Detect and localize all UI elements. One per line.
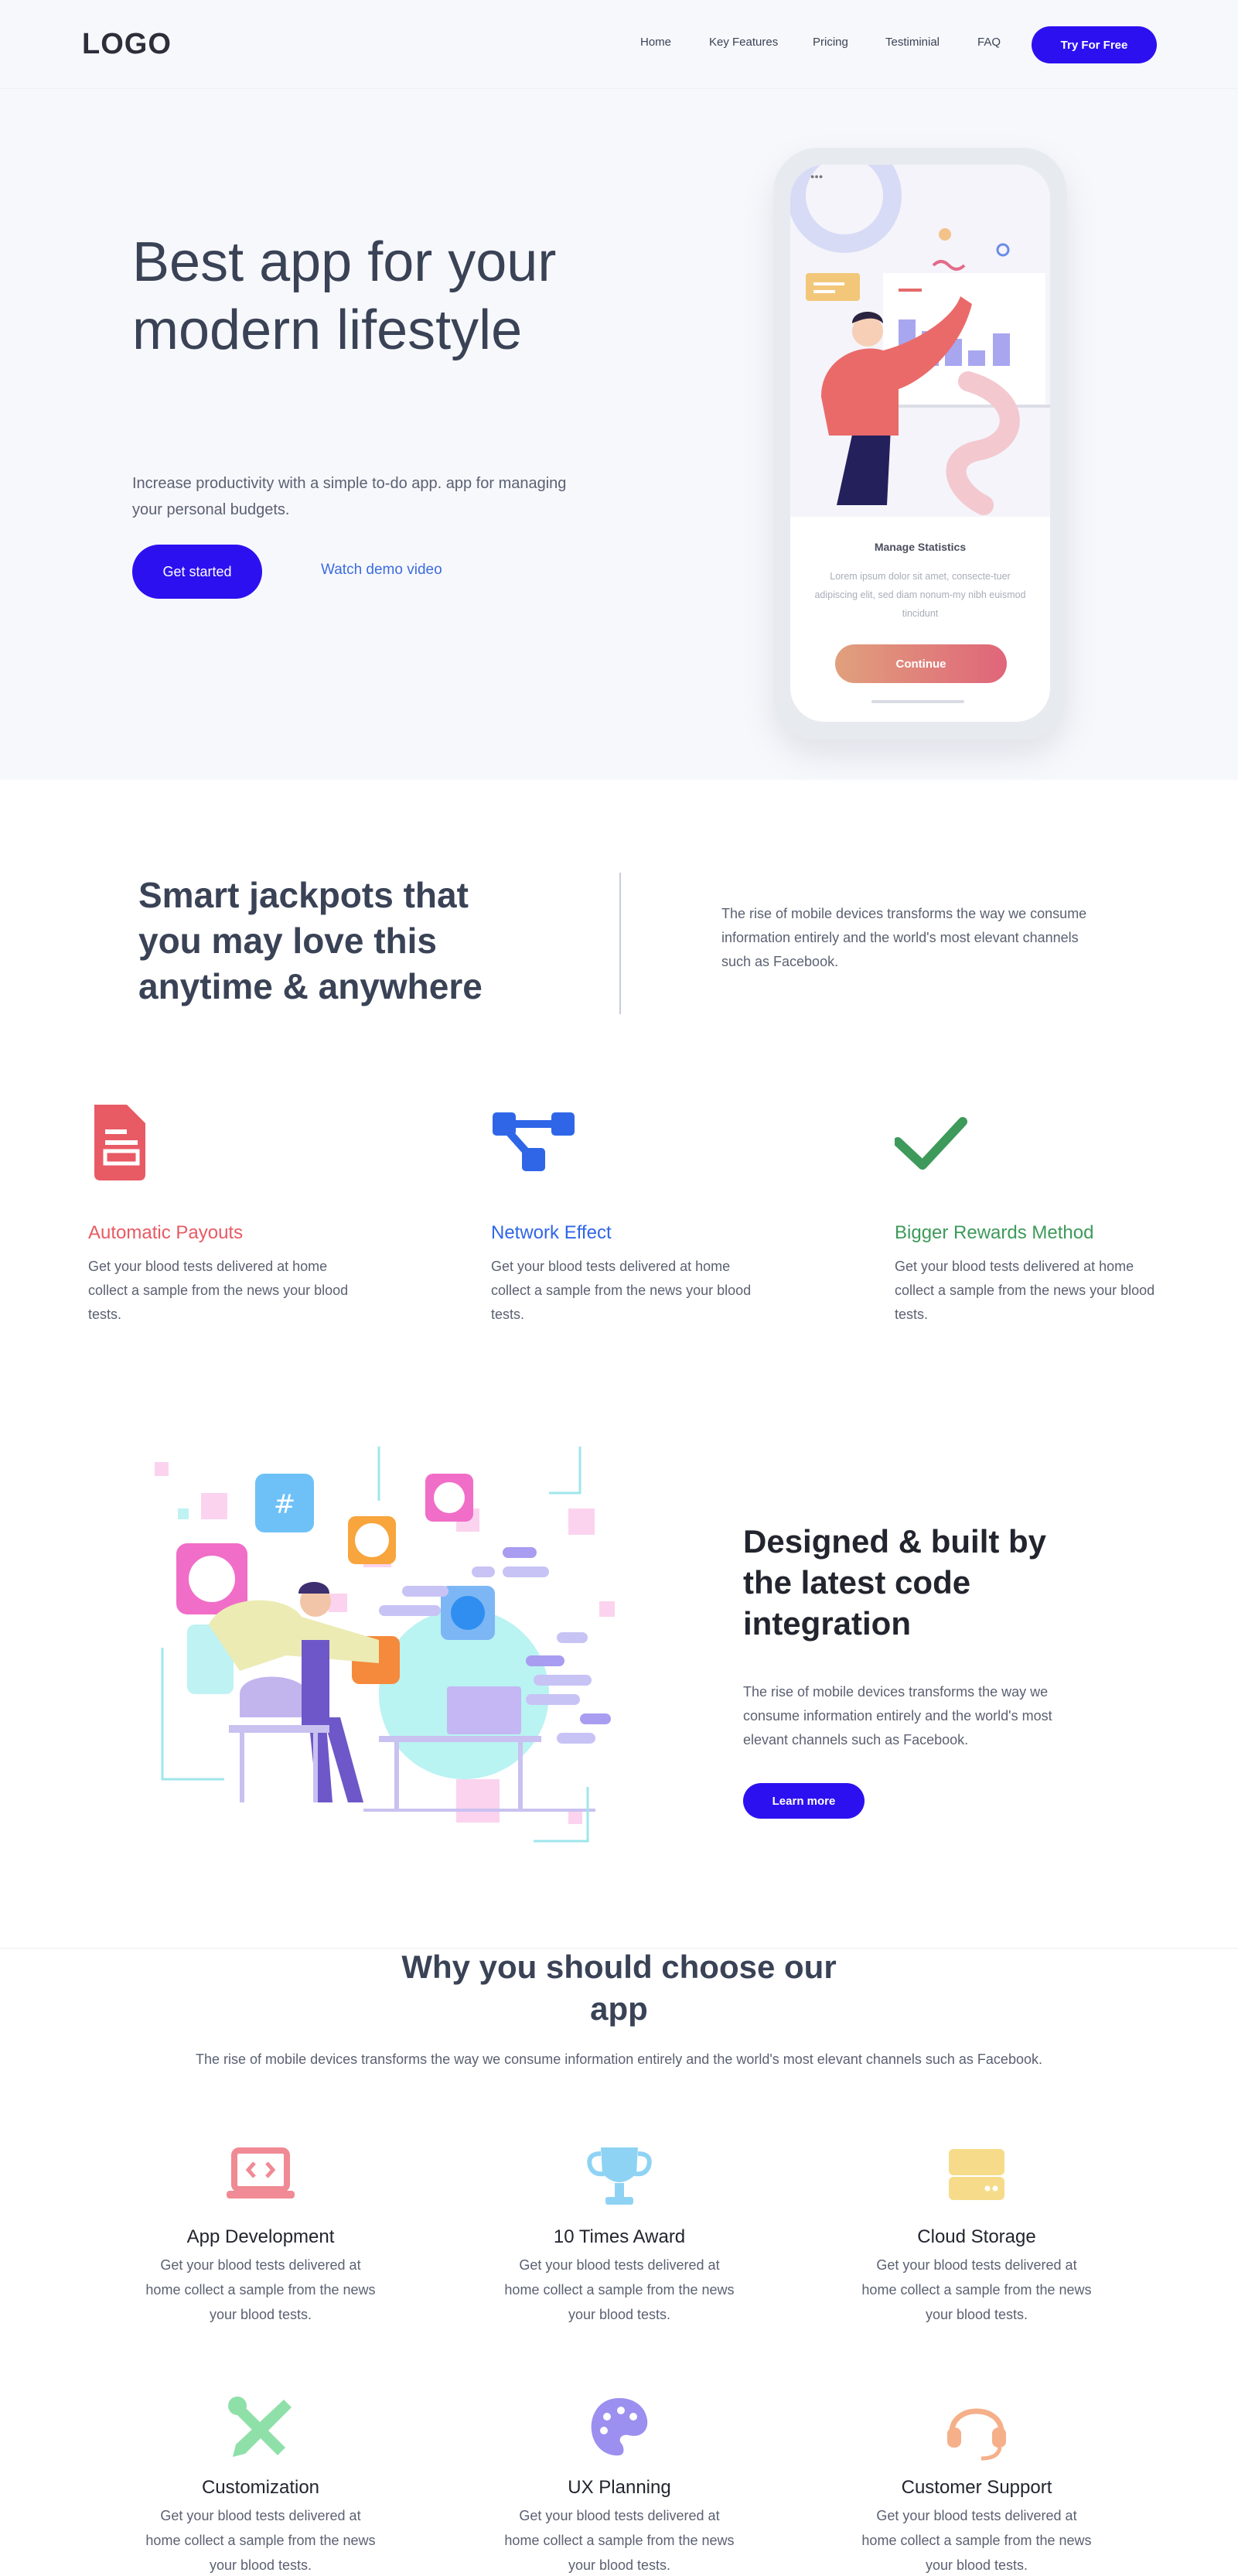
palette-icon xyxy=(581,2393,658,2463)
feature-automatic-payouts: Automatic Payouts Get your blood tests d… xyxy=(88,1098,367,1322)
top-navigation: LOGO Home Key Features Pricing Testimini… xyxy=(0,0,1238,89)
developer-illustration: # xyxy=(147,1439,650,1903)
card-title: Customization xyxy=(201,2477,320,2498)
network-icon xyxy=(491,1098,575,1184)
card-text: Get your blood tests delivered at home c… xyxy=(861,2508,1092,2573)
get-started-button[interactable]: Get started xyxy=(132,545,262,599)
logo[interactable]: LOGO xyxy=(82,28,172,61)
card-ux-planning: UX Planning Get your blood tests deliver… xyxy=(492,2393,747,2576)
section-divider xyxy=(619,873,621,1014)
nav-link-testimonial[interactable]: Testiminial xyxy=(885,36,940,49)
phone-card-text: Lorem ipsum dolor sit amet, consecte-tue… xyxy=(814,571,1026,619)
card-customization: Customization Get your blood tests deliv… xyxy=(133,2393,388,2576)
phone-status-bar: ●●● xyxy=(810,173,824,180)
phone-screen: ●●● Manage Statistics Lorem ipsum dolor … xyxy=(790,165,1050,722)
feature-bigger-rewards: Bigger Rewards Method Get your blood tes… xyxy=(893,1098,1173,1322)
code-laptop-icon xyxy=(222,2143,299,2212)
nav-link-faq[interactable]: FAQ xyxy=(977,36,1001,49)
document-icon xyxy=(88,1098,158,1184)
card-title: App Development xyxy=(186,2226,335,2247)
card-text: Get your blood tests delivered at home c… xyxy=(145,2257,376,2322)
why-title: Why you should choose our app xyxy=(401,1949,837,2027)
card-customer-support: Customer Support Get your blood tests de… xyxy=(849,2393,1104,2576)
card-text: Get your blood tests delivered at home c… xyxy=(504,2508,735,2573)
phone-home-indicator xyxy=(871,700,964,703)
hero-subtitle: Increase productivity with a simple to-d… xyxy=(132,475,567,518)
feature-text: Get your blood tests delivered at home c… xyxy=(895,1259,1155,1322)
card-title: Customer Support xyxy=(901,2477,1052,2498)
learn-more-button[interactable]: Learn more xyxy=(743,1783,865,1819)
feature-title: Network Effect xyxy=(491,1222,612,1243)
nav-link-pricing[interactable]: Pricing xyxy=(813,36,848,49)
svg-text:#: # xyxy=(274,1489,296,1520)
card-text: Get your blood tests delivered at home c… xyxy=(145,2508,376,2573)
presenter-graphic xyxy=(790,165,1050,515)
feature-network-effect: Network Effect Get your blood tests deli… xyxy=(491,1098,769,1322)
phone-mockup: ●●● Manage Statistics Lorem ipsum dolor … xyxy=(773,148,1067,740)
card-app-development: App Development Get your blood tests del… xyxy=(133,2143,388,2327)
integration-title: Designed & built by the latest code inte… xyxy=(743,1523,1047,1642)
presenter-illustration xyxy=(790,165,1050,517)
try-for-free-button[interactable]: Try For Free xyxy=(1032,26,1157,63)
jackpots-title: Smart jackpots that you may love this an… xyxy=(138,875,483,1006)
hero-title: Best app for your modern lifestyle xyxy=(132,231,557,361)
tools-icon xyxy=(222,2393,299,2463)
feature-title: Automatic Payouts xyxy=(88,1222,244,1243)
card-title: Cloud Storage xyxy=(917,2226,1036,2247)
why-subtitle: The rise of mobile devices transforms th… xyxy=(196,2052,1042,2067)
card-text: Get your blood tests delivered at home c… xyxy=(504,2257,735,2322)
feature-text: Get your blood tests delivered at home c… xyxy=(491,1259,752,1322)
checkmark-icon xyxy=(893,1098,967,1184)
jackpots-text: The rise of mobile devices transforms th… xyxy=(721,906,1087,969)
nav-link-home[interactable]: Home xyxy=(640,36,671,49)
phone-continue-button[interactable]: Continue xyxy=(835,644,1007,683)
card-title: UX Planning xyxy=(568,2477,671,2498)
card-text: Get your blood tests delivered at home c… xyxy=(861,2257,1092,2322)
headset-icon xyxy=(938,2393,1015,2463)
integration-text: The rise of mobile devices transforms th… xyxy=(743,1684,1052,1748)
card-cloud-storage: Cloud Storage Get your blood tests deliv… xyxy=(849,2143,1104,2327)
feature-title: Bigger Rewards Method xyxy=(895,1222,1094,1243)
nav-link-key-features[interactable]: Key Features xyxy=(709,36,778,49)
watch-demo-link[interactable]: Watch demo video xyxy=(321,562,442,579)
trophy-icon xyxy=(581,2143,658,2212)
phone-card-title: Manage Statistics xyxy=(874,541,967,553)
server-icon xyxy=(938,2143,1015,2212)
card-10-times-award: 10 Times Award Get your blood tests deli… xyxy=(492,2143,747,2327)
feature-text: Get your blood tests delivered at home c… xyxy=(88,1259,349,1322)
card-title: 10 Times Award xyxy=(553,2226,686,2247)
